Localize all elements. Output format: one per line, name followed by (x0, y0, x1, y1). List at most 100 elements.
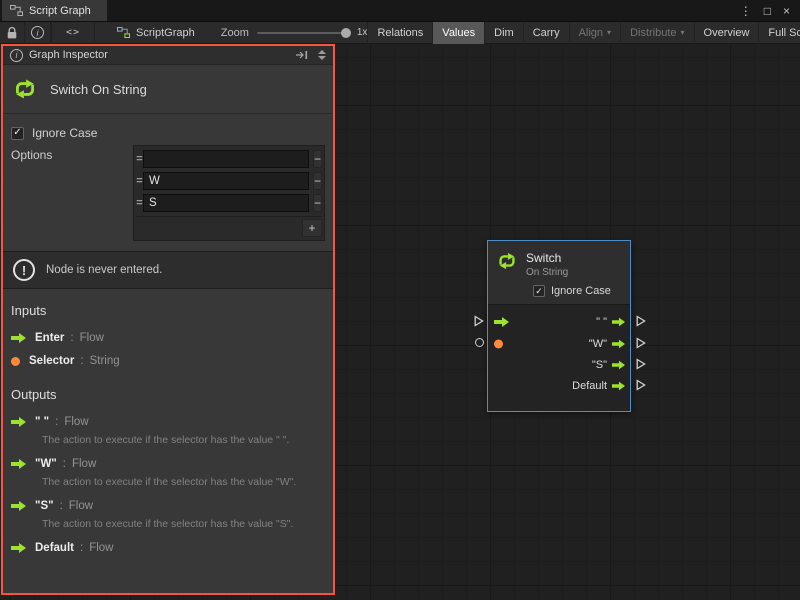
dock-icon[interactable] (296, 50, 309, 60)
inspector-io: Inputs Enter : Flow Selector : String Ou… (3, 289, 333, 556)
align-label: Align (579, 27, 603, 39)
external-flow-port[interactable] (636, 379, 646, 391)
dim-button[interactable]: Dim (484, 22, 523, 44)
align-button[interactable]: Align ▾ (569, 22, 620, 44)
flow-arrow-icon (11, 543, 26, 553)
flow-arrow-icon (612, 381, 625, 391)
node-port-row: " " (488, 312, 630, 332)
option-input-2[interactable] (143, 194, 309, 212)
inspector-node-title: Switch On String (50, 82, 147, 97)
tab-script-graph[interactable]: Script Graph (2, 0, 107, 21)
output-row-w: "W" : Flow (11, 456, 325, 472)
option-item: = − (136, 170, 322, 192)
flow-arrow-icon (612, 360, 625, 370)
node-header[interactable]: Switch On String ✓ Ignore Case (488, 241, 630, 305)
inspector-header-title: Graph Inspector (29, 49, 108, 61)
zoom-slider-knob[interactable] (341, 28, 351, 38)
port-type: Flow (72, 458, 96, 470)
ignore-case-checkbox[interactable]: ✓ (533, 285, 545, 297)
node-port-row: "W" (488, 334, 630, 354)
remove-option-button[interactable]: − (313, 172, 322, 190)
ignore-case-label: Ignore Case (551, 285, 611, 297)
script-graph-icon (10, 5, 23, 16)
separator: : (70, 332, 73, 344)
options-footer: + (136, 216, 322, 238)
port-type: Flow (69, 500, 93, 512)
external-flow-port[interactable] (636, 358, 646, 370)
arrow-down-icon (318, 56, 326, 60)
distribute-button[interactable]: Distribute ▾ (620, 22, 693, 44)
external-value-port[interactable] (475, 338, 484, 347)
arrow-up-icon (318, 50, 326, 54)
switch-on-string-node[interactable]: Switch On String ✓ Ignore Case " " (487, 240, 631, 412)
info-icon: i (31, 26, 44, 39)
relations-button[interactable]: Relations (367, 22, 432, 44)
add-option-button[interactable]: + (302, 219, 322, 237)
hollow-triangle-icon (636, 379, 646, 391)
option-input-0[interactable] (143, 150, 309, 168)
zoom-slider[interactable] (257, 32, 349, 34)
drag-handle-icon[interactable]: = (136, 153, 143, 165)
warning-icon: ! (13, 259, 35, 281)
port-type: Flow (64, 416, 88, 428)
external-flow-port[interactable] (636, 337, 646, 349)
drag-handle-icon[interactable]: = (136, 175, 143, 187)
port-label: " " (596, 316, 607, 328)
values-button[interactable]: Values (432, 22, 484, 44)
hollow-triangle-icon (474, 315, 484, 327)
fullscreen-button[interactable]: Full Screen (758, 22, 800, 44)
menu-icon[interactable]: ⋮ (740, 4, 752, 18)
ignore-case-checkbox[interactable]: ✓ (11, 127, 24, 140)
distribute-label: Distribute (630, 27, 676, 39)
drag-handle-icon[interactable]: = (136, 197, 143, 209)
selector-string-port[interactable] (494, 340, 503, 349)
option-input-1[interactable] (143, 172, 309, 190)
output-port-default[interactable]: Default (572, 380, 625, 392)
port-type: Flow (89, 542, 113, 554)
hollow-circle-icon (475, 338, 484, 347)
string-port-icon (494, 340, 503, 349)
overview-button[interactable]: Overview (694, 22, 759, 44)
enter-flow-port[interactable] (494, 317, 509, 327)
hollow-triangle-icon (636, 337, 646, 349)
graph-breadcrumb: ScriptGraph (117, 27, 195, 39)
close-icon[interactable]: × (783, 4, 790, 18)
inspector-toggle-button[interactable]: i (25, 22, 51, 44)
panel-scroll-arrows[interactable] (315, 50, 329, 60)
inputs-header: Inputs (11, 303, 325, 318)
string-port-icon (11, 357, 20, 366)
warning-banner: ! Node is never entered. (3, 251, 333, 289)
flow-arrow-icon (11, 417, 26, 427)
port-name: " " (35, 416, 49, 428)
separator: : (80, 542, 83, 554)
flow-arrow-icon (11, 333, 26, 343)
remove-option-button[interactable]: − (313, 194, 322, 212)
maximize-icon[interactable]: □ (764, 4, 771, 18)
code-icon: <> (58, 27, 88, 38)
external-flow-port[interactable] (474, 315, 484, 327)
switch-icon (496, 250, 518, 272)
port-name: Default (35, 542, 74, 554)
checkmark-icon: ✓ (13, 128, 21, 138)
port-label: Default (572, 380, 607, 392)
output-port-space[interactable]: " " (596, 316, 625, 328)
separator: : (60, 500, 63, 512)
options-list: = − = − = − + (133, 145, 325, 241)
zoom-control: Zoom 1x (221, 27, 368, 39)
remove-option-button[interactable]: − (313, 150, 322, 168)
warning-text: Node is never entered. (46, 264, 162, 276)
options-row: Options = − = − = − (11, 145, 325, 241)
port-name: "W" (35, 458, 57, 470)
edit-source-button[interactable]: <> (52, 22, 95, 44)
info-icon: i (10, 49, 23, 62)
external-flow-port[interactable] (636, 315, 646, 327)
output-port-s[interactable]: "S" (592, 359, 625, 371)
flow-arrow-icon (11, 459, 26, 469)
separator: : (80, 355, 83, 367)
flow-arrow-icon (612, 317, 625, 327)
node-title: Switch (526, 251, 561, 265)
lock-button[interactable] (0, 22, 25, 44)
carry-button[interactable]: Carry (523, 22, 569, 44)
title-bar: Script Graph ⋮ □ × (0, 0, 800, 22)
output-port-w[interactable]: "W" (589, 338, 625, 350)
